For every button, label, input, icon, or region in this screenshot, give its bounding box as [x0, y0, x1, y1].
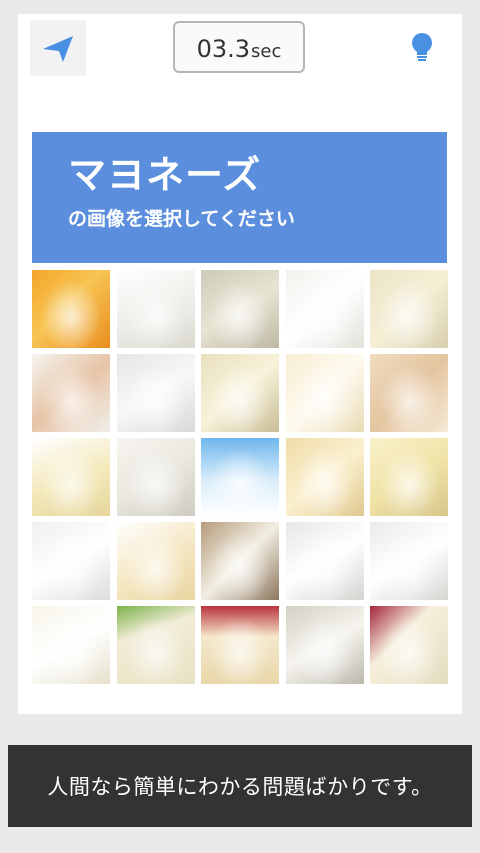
image-tile[interactable]	[285, 438, 364, 516]
caption-text: 人間なら簡単にわかる問題ばかりです。	[47, 775, 433, 799]
image-tile[interactable]	[285, 606, 364, 684]
image-tile[interactable]	[285, 354, 364, 432]
lightbulb-icon	[412, 33, 432, 61]
image-tile[interactable]	[116, 606, 195, 684]
image-tile[interactable]	[116, 354, 195, 432]
image-tile[interactable]	[201, 270, 279, 348]
image-tile[interactable]	[32, 354, 110, 432]
back-button[interactable]	[30, 20, 86, 76]
timer-unit: sec	[251, 41, 282, 62]
instruction-text: の画像を選択してください	[68, 208, 295, 230]
challenge-banner: マヨネーズ の画像を選択してください	[32, 132, 447, 263]
image-tile[interactable]	[32, 522, 110, 600]
image-grid	[32, 270, 448, 684]
image-tile[interactable]	[116, 522, 195, 600]
image-tile[interactable]	[32, 438, 110, 516]
image-tile[interactable]	[116, 270, 195, 348]
image-tile[interactable]	[285, 270, 364, 348]
hint-button[interactable]	[400, 26, 444, 70]
target-word: マヨネーズ	[68, 153, 262, 197]
image-tile[interactable]	[370, 270, 448, 348]
image-tile[interactable]	[201, 354, 279, 432]
timer-value: 03.3	[196, 35, 251, 63]
image-tile[interactable]	[285, 522, 364, 600]
timer-display: 03.3 sec	[173, 21, 305, 73]
image-tile[interactable]	[116, 438, 195, 516]
image-tile[interactable]	[201, 606, 279, 684]
image-tile[interactable]	[370, 606, 448, 684]
back-arrow-icon	[43, 36, 73, 62]
image-tile[interactable]	[370, 354, 448, 432]
image-tile[interactable]	[370, 522, 448, 600]
image-tile[interactable]	[201, 438, 279, 516]
image-tile[interactable]	[32, 606, 110, 684]
image-tile[interactable]	[32, 270, 110, 348]
image-tile[interactable]	[201, 522, 279, 600]
caption-bar: 人間なら簡単にわかる問題ばかりです。	[8, 745, 472, 827]
image-tile[interactable]	[370, 438, 448, 516]
game-card: 03.3 sec マヨネーズ の画像を選択してください	[18, 14, 462, 714]
